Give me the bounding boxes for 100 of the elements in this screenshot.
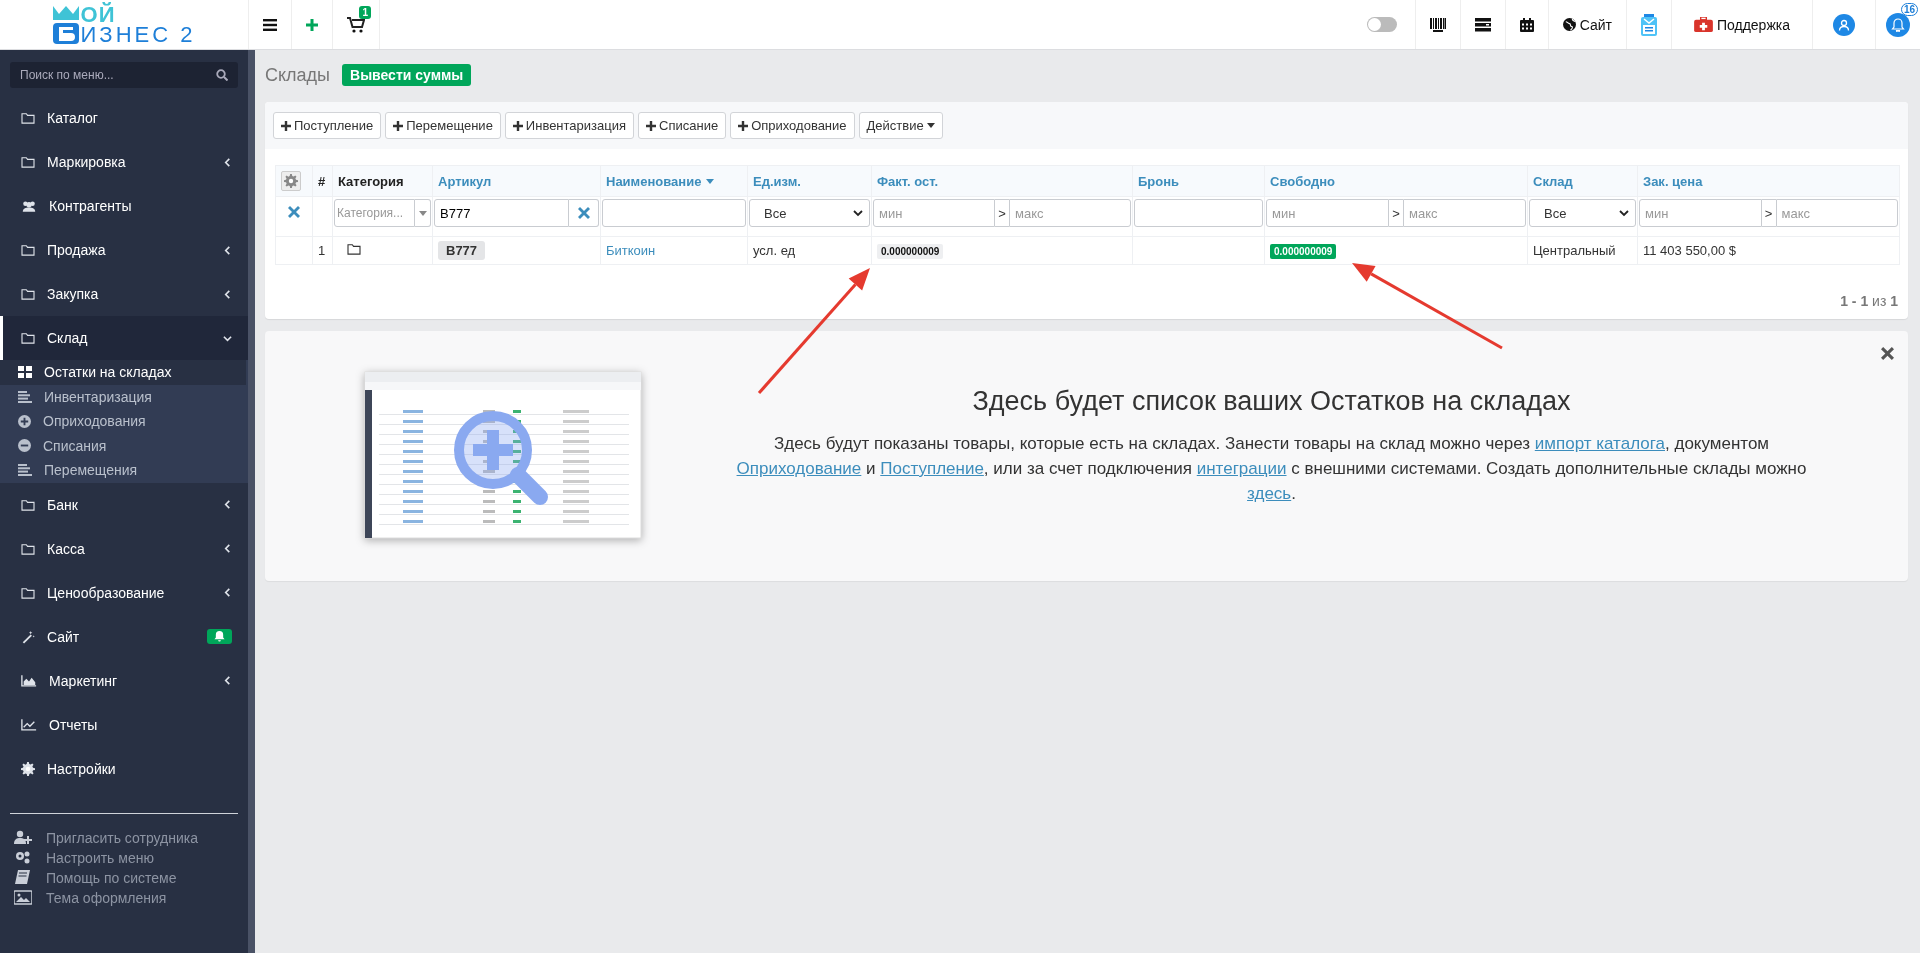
sidebar-item[interactable]: Сайт [0, 614, 248, 659]
sort-caret-icon [706, 178, 715, 184]
cart-icon [347, 16, 365, 33]
minus-circle-icon [18, 439, 31, 453]
submenu-item[interactable]: Списания [0, 433, 248, 458]
toolbar-button[interactable]: Перемещение [385, 112, 501, 139]
min-field[interactable]: мин [873, 199, 995, 227]
bell-icon [214, 631, 225, 642]
chevron-down-icon [853, 208, 863, 218]
column-header-link[interactable]: Зак. цена [1643, 173, 1703, 189]
min-field[interactable]: мин [1639, 199, 1762, 227]
empty-state-title: Здесь будет список ваших Остатков на складах [971, 386, 1572, 417]
plus-icon [646, 120, 657, 131]
users-icon [21, 199, 37, 213]
link[interactable]: интеграции [1196, 459, 1287, 478]
book-icon [14, 870, 32, 885]
site-link[interactable]: Сайт [1579, 16, 1612, 33]
sidebar-item[interactable]: Маркировка [0, 140, 248, 184]
calendar-icon [1519, 17, 1534, 32]
bell-icon [1891, 17, 1905, 32]
min-field[interactable]: мин [1266, 199, 1389, 227]
sidebar-footer-link[interactable]: Помощь по системе [0, 867, 248, 888]
sidebar-item[interactable]: Закупка [0, 272, 248, 316]
chevron-left-icon [223, 500, 232, 509]
sidebar-footer-link[interactable]: Настроить меню [0, 847, 248, 868]
range-separator: > [1761, 199, 1776, 227]
align-left-icon [18, 464, 32, 477]
link[interactable]: Поступление [880, 459, 984, 478]
clear-filters-button[interactable] [288, 205, 300, 218]
column-header-link[interactable]: Склад [1533, 173, 1573, 189]
column-header-link[interactable]: Бронь [1138, 173, 1180, 189]
max-field[interactable]: макс [1775, 199, 1898, 227]
column-header-link[interactable]: Артикул [438, 173, 492, 189]
product-link[interactable]: Биткоин [606, 243, 656, 258]
barcode-button[interactable] [1414, 0, 1461, 49]
filter-select[interactable]: Все [749, 199, 870, 227]
close-icon [1881, 347, 1894, 360]
link[interactable]: импорт каталога [1534, 434, 1665, 453]
table-cell: 11 403 550,00 $ [1643, 243, 1736, 258]
close-button[interactable] [1881, 347, 1894, 360]
submenu-item[interactable]: Инвентаризация [0, 384, 248, 409]
chevron-left-icon [223, 245, 232, 255]
sidebar-item[interactable]: Банк [0, 482, 248, 527]
cart-button[interactable]: 1 [333, 0, 380, 49]
sidebar-item[interactable]: Ценообразование [0, 570, 248, 615]
submenu-item[interactable]: Перемещения [0, 458, 248, 483]
chevron-left-icon [223, 588, 232, 597]
folder-icon [21, 586, 35, 599]
support-link[interactable]: Поддержка [1716, 16, 1790, 33]
column-header-link[interactable]: Ед.изм. [753, 173, 801, 189]
toolbar-button[interactable]: Списание [638, 112, 727, 139]
logo[interactable]: ОЙ ИЗНЕС 2 [52, 3, 196, 46]
sidebar-item[interactable]: Каталог [0, 96, 248, 140]
toolbar-button[interactable]: Действие [858, 112, 943, 139]
column-settings-button[interactable] [281, 171, 301, 191]
sidebar-scrollbar[interactable] [248, 50, 255, 953]
category-filter-field[interactable]: Категория... [334, 199, 415, 227]
plus-circle-icon [18, 414, 31, 428]
sidebar-item[interactable]: Отчеты [0, 702, 248, 747]
magic-wand-icon [21, 629, 35, 644]
sidebar-item[interactable]: Склад [0, 316, 248, 360]
link[interactable]: Оприходование [736, 459, 862, 478]
sidebar-footer-link[interactable]: Пригласить сотрудника [0, 827, 248, 848]
filter-field[interactable]: B777 [434, 199, 569, 227]
cart-count-badge: 1 [359, 6, 371, 19]
menu-button[interactable] [248, 0, 292, 49]
plus-icon [393, 120, 404, 131]
sidebar-item[interactable]: Маркетинг [0, 658, 248, 703]
menu-search-field[interactable]: Поиск по меню... [10, 62, 238, 88]
dropdown-button[interactable] [415, 199, 431, 227]
clear-field-button[interactable] [569, 199, 599, 227]
row-number: 1 [318, 243, 326, 258]
toolbar-button[interactable]: Поступление [273, 112, 382, 139]
submenu-item[interactable]: Оприходования [0, 409, 248, 434]
sidebar-footer-link[interactable]: Тема оформления [0, 887, 248, 908]
submenu-item[interactable]: Остатки на складах [0, 360, 246, 385]
sidebar-item[interactable]: Настройки [0, 746, 248, 791]
link[interactable]: здесь [1247, 484, 1292, 503]
column-header-link[interactable]: Факт. ост. [877, 173, 939, 189]
toolbar-button[interactable]: Инвентаризация [504, 112, 635, 139]
column-header-link[interactable]: Свободно [1270, 173, 1335, 189]
plus-icon [306, 18, 318, 31]
globe-icon [1562, 18, 1576, 31]
user-plus-icon [14, 830, 32, 845]
max-field[interactable]: макс [1009, 199, 1131, 227]
sidebar-item[interactable]: Касса [0, 526, 248, 571]
toolbar-button[interactable]: Оприходование [730, 112, 855, 139]
sidebar-item[interactable]: Контрагенты [0, 184, 248, 228]
filter-select[interactable]: Все [1529, 199, 1636, 227]
gears-icon [14, 850, 32, 865]
column-header: # [318, 173, 326, 189]
toggle-switch[interactable] [1366, 17, 1397, 32]
max-field[interactable]: макс [1403, 199, 1526, 227]
chevron-left-icon [223, 544, 232, 553]
filter-field[interactable] [602, 199, 746, 227]
filter-field[interactable] [1134, 199, 1263, 227]
sidebar-item[interactable]: Продажа [0, 228, 248, 272]
show-sums-button[interactable]: Вывести суммы [342, 64, 472, 86]
table-cell: усл. ед [753, 243, 796, 258]
notifications-button[interactable]: 16 [1876, 0, 1920, 49]
